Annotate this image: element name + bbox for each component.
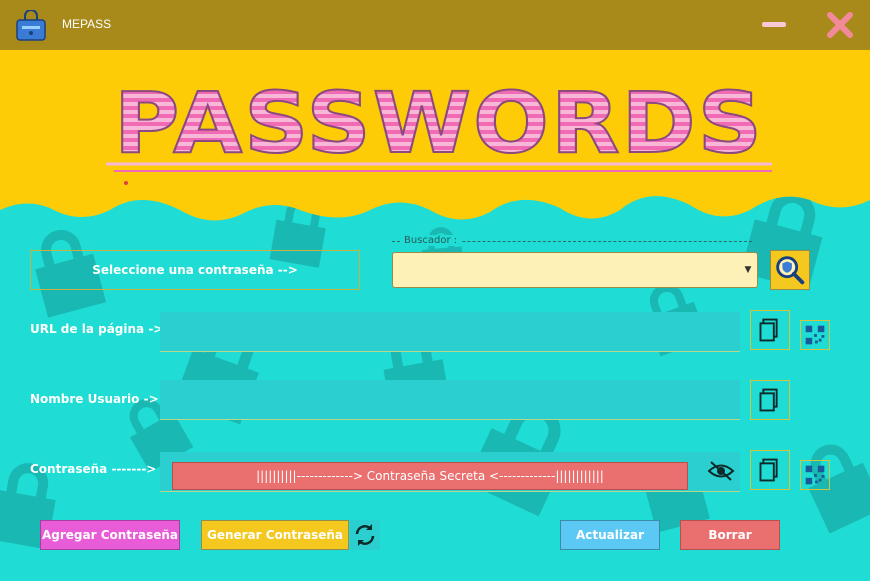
qr-password-button[interactable]	[800, 460, 830, 490]
window-title: MEPASS	[62, 17, 112, 31]
passwords-banner: PASSWORDS	[106, 74, 772, 173]
update-button[interactable]: Actualizar	[560, 520, 660, 550]
search-group: Buscador :	[392, 235, 752, 248]
copy-password-button[interactable]	[750, 450, 790, 490]
briefcase-lock-icon	[16, 10, 46, 41]
copy-username-button[interactable]	[750, 380, 790, 420]
copy-url-button[interactable]	[750, 310, 790, 350]
minimize-icon	[762, 22, 786, 27]
delete-button[interactable]: Borrar	[680, 520, 780, 550]
password-selector-label: Seleccione una contraseña -->	[30, 250, 360, 290]
refresh-icon[interactable]	[350, 520, 380, 550]
generate-password-button[interactable]: Generar Contraseña	[201, 520, 349, 550]
username-label: Nombre Usuario ->	[30, 392, 159, 406]
url-label: URL de la página ->	[30, 322, 164, 336]
title-bar: MEPASS	[0, 0, 870, 50]
password-label: Contraseña ------->	[30, 462, 157, 476]
password-input[interactable]: ||||||||||-------------> Contraseña Secr…	[172, 462, 688, 490]
qr-url-button[interactable]	[800, 320, 830, 350]
close-button[interactable]	[826, 10, 854, 40]
minimize-button[interactable]	[760, 18, 788, 32]
url-input[interactable]	[160, 312, 740, 352]
search-group-label: Buscador :	[400, 235, 462, 246]
dropdown-arrow-icon[interactable]: ▼	[741, 255, 755, 285]
banner-text: PASSWORDS	[114, 74, 764, 172]
search-combobox[interactable]: ▼	[392, 252, 758, 288]
search-button[interactable]	[770, 250, 810, 290]
toggle-visibility-eye-icon[interactable]	[704, 456, 738, 486]
decorative-dot	[124, 181, 128, 185]
add-password-button[interactable]: Agregar Contraseña	[40, 520, 180, 550]
username-input[interactable]	[160, 380, 740, 420]
